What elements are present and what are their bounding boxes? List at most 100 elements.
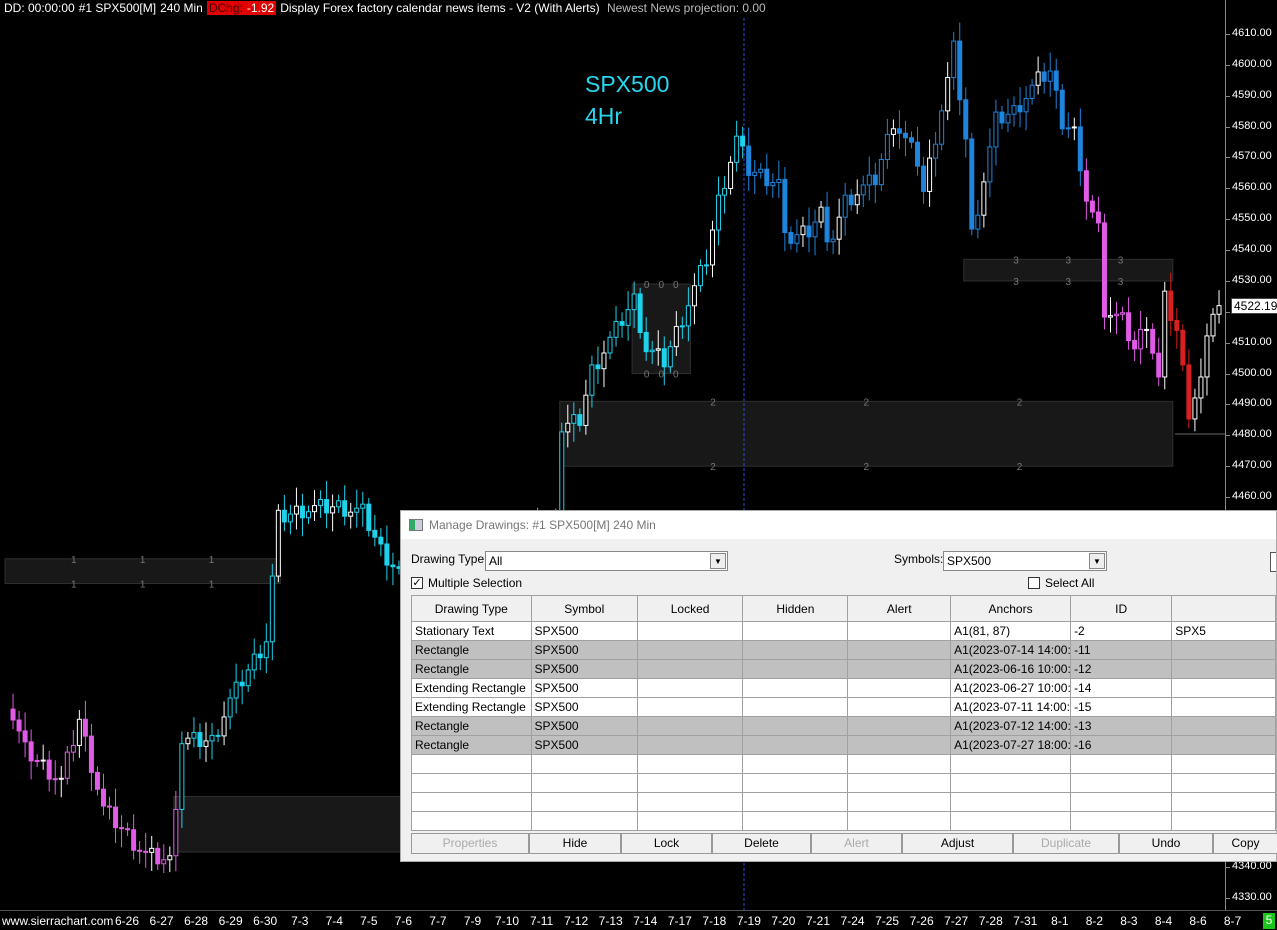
table-cell[interactable] [636,678,744,698]
hide-button[interactable]: Hide [529,833,621,854]
zone-label[interactable]: 2 [863,397,869,408]
table-row[interactable]: Rectangle SPX500 A1(2023-06-16 10:00:0 -12 [411,659,1276,679]
rectangle-zone[interactable] [173,795,408,853]
table-cell[interactable] [742,811,849,831]
column-header[interactable]: Symbol [530,595,638,622]
table-cell[interactable]: -12 [1070,659,1173,679]
table-cell[interactable] [1171,811,1276,831]
table-row[interactable]: Rectangle SPX500 A1(2023-07-14 14:00:0 -11 [411,640,1276,660]
zone-label[interactable]: 1 [209,555,215,566]
table-cell[interactable]: Rectangle [411,716,532,736]
zone-label[interactable]: 1 [71,555,77,566]
table-cell[interactable] [411,792,532,812]
table-cell[interactable] [1070,792,1173,812]
stationary-text[interactable]: SPX500 4Hr [585,68,669,132]
table-cell[interactable]: -15 [1070,697,1173,717]
table-cell[interactable] [1070,754,1173,774]
select-all-checkbox[interactable]: Select All [1028,576,1094,590]
table-cell[interactable] [950,773,1072,793]
table-cell[interactable] [1171,792,1276,812]
zone-label[interactable]: 2 [1017,462,1023,473]
table-cell[interactable] [847,735,952,755]
table-cell[interactable] [1070,811,1173,831]
table-cell[interactable] [847,621,952,641]
zone-label[interactable]: 0 [673,280,679,291]
table-cell[interactable] [636,754,744,774]
table-cell[interactable]: -2 [1070,621,1173,641]
table-row[interactable]: Extending Rectangle SPX500 A1(2023-06-27 1… [411,678,1276,698]
dialog-title-bar[interactable]: Manage Drawings: #1 SPX500[M] 240 Min [401,511,1276,539]
column-header[interactable]: ID [1070,595,1173,622]
table-cell[interactable] [950,792,1072,812]
table-cell[interactable]: SPX500 [530,659,638,679]
table-cell[interactable] [1171,659,1276,679]
table-cell[interactable] [411,754,532,774]
table-row[interactable]: Rectangle SPX500 A1(2023-07-27 18:00:0 -16 [411,735,1276,755]
table-cell[interactable]: A1(2023-06-27 10:00:0 [950,678,1072,698]
table-cell[interactable] [742,735,849,755]
table-cell[interactable] [847,678,952,698]
zone-label[interactable]: 2 [1017,397,1023,408]
table-cell[interactable]: SPX500 [530,621,638,641]
table-cell[interactable]: Extending Rectangle [411,678,532,698]
table-cell[interactable] [742,716,849,736]
properties-button[interactable]: Properties [411,833,529,854]
table-cell[interactable] [742,621,849,641]
table-cell[interactable]: Extending Rectangle [411,697,532,717]
table-cell[interactable] [636,716,744,736]
zone-label[interactable]: 0 [644,370,650,381]
table-cell[interactable] [636,659,744,679]
table-cell[interactable] [411,811,532,831]
table-cell[interactable] [530,773,638,793]
table-cell[interactable] [950,811,1072,831]
table-cell[interactable] [847,716,952,736]
table-cell[interactable] [742,773,849,793]
table-row[interactable] [411,792,1276,812]
table-cell[interactable] [1171,735,1276,755]
table-cell[interactable] [847,640,952,660]
table-cell[interactable]: Rectangle [411,659,532,679]
table-cell[interactable] [1171,773,1276,793]
column-header[interactable] [1171,595,1276,622]
zone-label[interactable]: 3 [1013,277,1019,288]
table-cell[interactable] [636,621,744,641]
zone-label[interactable]: 0 [644,280,650,291]
table-cell[interactable]: SPX500 [530,640,638,660]
table-cell[interactable] [847,792,952,812]
column-header[interactable]: Hidden [742,595,849,622]
table-cell[interactable] [636,773,744,793]
zone-label[interactable]: 0 [673,370,679,381]
table-cell[interactable] [1171,640,1276,660]
zone-label[interactable]: 0 [658,280,664,291]
clipped-control[interactable] [1270,552,1276,572]
table-cell[interactable]: A1(2023-06-16 10:00:0 [950,659,1072,679]
zone-label[interactable]: 1 [140,579,146,590]
table-cell[interactable] [742,640,849,660]
table-cell[interactable]: -16 [1070,735,1173,755]
table-cell[interactable] [742,754,849,774]
lock-button[interactable]: Lock [621,833,712,854]
table-cell[interactable] [847,754,952,774]
table-row[interactable] [411,773,1276,793]
table-cell[interactable] [742,678,849,698]
undo-button[interactable]: Undo [1119,833,1213,854]
zone-label[interactable]: 3 [1013,255,1019,266]
time-axis[interactable]: www.sierrachart.com 6-26 6-27 6-28 6-29 6-30 7… [0,910,1277,930]
table-cell[interactable]: A1(2023-07-27 18:00:0 [950,735,1072,755]
table-cell[interactable]: SPX500 [530,678,638,698]
table-cell[interactable] [636,792,744,812]
table-cell[interactable] [1171,716,1276,736]
delete-button[interactable]: Delete [712,833,811,854]
table-cell[interactable]: -14 [1070,678,1173,698]
symbols-select[interactable]: SPX500 ▼ [943,551,1107,571]
table-cell[interactable] [636,640,744,660]
table-cell[interactable] [1171,678,1276,698]
table-cell[interactable] [530,811,638,831]
table-row[interactable]: Rectangle SPX500 A1(2023-07-12 14:00:0 -13 [411,716,1276,736]
drawing-type-select[interactable]: All ▼ [485,551,728,571]
table-cell[interactable] [742,792,849,812]
column-header[interactable]: Drawing Type [411,595,532,622]
zone-label[interactable]: 3 [1118,255,1124,266]
zone-label[interactable]: 2 [710,462,716,473]
column-header[interactable]: Locked [636,595,744,622]
